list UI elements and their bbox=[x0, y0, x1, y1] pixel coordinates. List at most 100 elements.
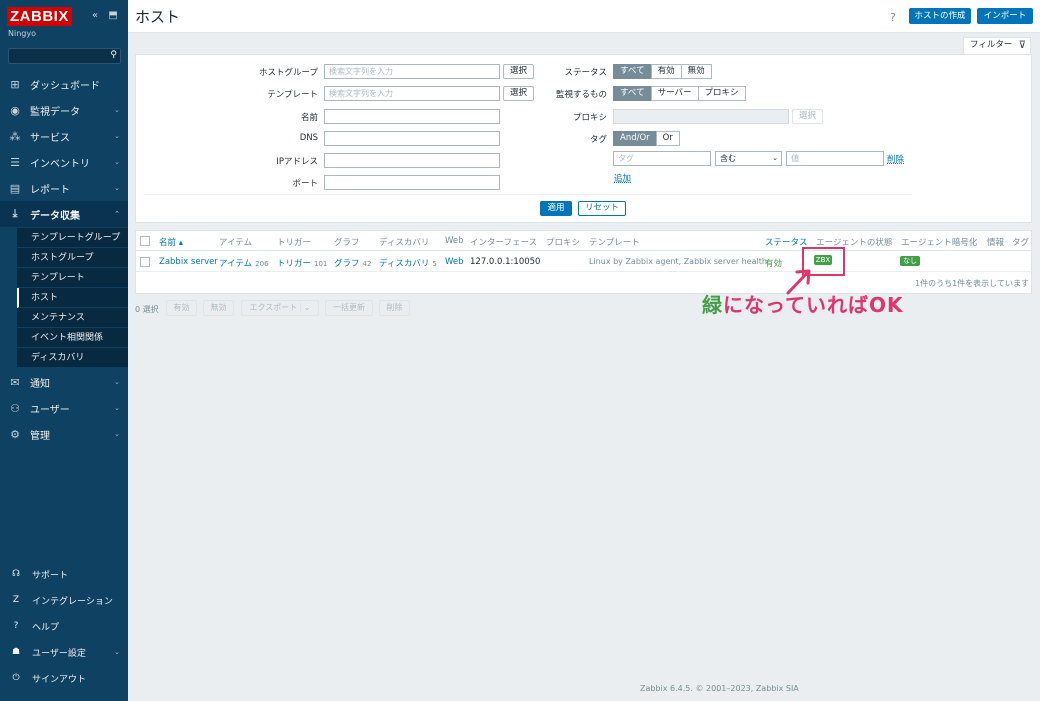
nav-reports[interactable]: ▤ レポート ⌄ bbox=[0, 175, 128, 201]
nav-integrations[interactable]: Z インテグレーション bbox=[0, 587, 128, 613]
dns-label: DNS bbox=[299, 133, 318, 143]
zabbix-logo[interactable]: ZABBIX bbox=[7, 7, 72, 26]
select-all-checkbox[interactable] bbox=[140, 236, 150, 246]
graphs-cell: グラフ 42 bbox=[334, 259, 372, 269]
monitored-by-segmented-control: すべて サーバー プロキシ bbox=[613, 86, 746, 101]
web-link[interactable]: Web bbox=[445, 257, 464, 267]
items-cell: アイテム 206 bbox=[219, 259, 269, 269]
host-name-link[interactable]: Zabbix server bbox=[159, 257, 218, 267]
import-button[interactable]: インポート bbox=[977, 8, 1033, 24]
encryption-badge: なし bbox=[900, 256, 920, 266]
nav-dashboard[interactable]: ⊞ ダッシュボード bbox=[0, 71, 128, 97]
mass-export-button: エクスポート ⌄ bbox=[241, 300, 319, 316]
status-enabled-option[interactable]: 有効 bbox=[650, 64, 682, 79]
nav-sign-out[interactable]: ⏻ サインアウト bbox=[0, 665, 128, 691]
nav-data-collection[interactable]: ⤓ データ収集 ⌃ bbox=[0, 201, 128, 227]
monitored-by-label: 監視するもの bbox=[555, 90, 607, 100]
discovery-link[interactable]: ディスカバリ bbox=[379, 259, 429, 269]
dns-input[interactable] bbox=[324, 131, 500, 146]
chevron-down-icon: ⌄ bbox=[114, 132, 120, 140]
chevron-down-icon: ⌄ bbox=[114, 184, 120, 192]
chevron-down-icon: ⌄ bbox=[299, 303, 311, 312]
ip-label: IPアドレス bbox=[276, 157, 318, 167]
tag-add-link[interactable]: 追加 bbox=[614, 172, 631, 184]
nav-users[interactable]: ⚇ ユーザー ⌄ bbox=[0, 395, 128, 421]
status-segmented-control: すべて 有効 無効 bbox=[613, 64, 712, 79]
services-icon: ⁂ bbox=[9, 129, 21, 143]
tag-operator-select[interactable]: 含む ⌄ bbox=[715, 151, 782, 166]
gear-icon: ⚙ bbox=[10, 427, 20, 441]
tags-evaltype-control: And/Or Or bbox=[613, 131, 680, 146]
nav-inventory[interactable]: ☰ インベントリ ⌄ bbox=[0, 149, 128, 175]
chevron-down-icon: ⌄ bbox=[114, 378, 120, 386]
submenu-host-groups[interactable]: ホストグループ bbox=[17, 248, 128, 268]
submenu-event-correlation[interactable]: イベント相関関係 bbox=[17, 328, 128, 348]
sidebar: ZABBIX « ⬒ Ningyo ⚲ ⊞ ダッシュボード ◉ 監視データ ⌄ ⁂ サー… bbox=[0, 0, 128, 701]
search-icon[interactable]: ⚲ bbox=[110, 50, 117, 60]
power-icon: ⏻ bbox=[12, 673, 20, 683]
row-checkbox[interactable] bbox=[140, 257, 150, 267]
proxy-select-button: 選択 bbox=[792, 109, 823, 124]
nav-alerts[interactable]: ✉ 通知 ⌄ bbox=[0, 369, 128, 395]
apply-button[interactable]: 適用 bbox=[540, 201, 572, 216]
templates-cell[interactable]: Linux by Zabbix agent, Zabbix server hea… bbox=[589, 257, 767, 266]
chevron-down-icon: ⌄ bbox=[114, 106, 120, 114]
dashboard-icon: ⊞ bbox=[10, 77, 20, 91]
help-icon[interactable]: ? bbox=[890, 11, 896, 24]
filter-panel: ホストグループ 検索文字列を入力 選択 テンプレート 検索文字列を入力 選択 名… bbox=[135, 54, 1032, 223]
chevron-down-icon: ⌄ bbox=[114, 648, 120, 656]
filter-icon: ⊽ bbox=[1018, 40, 1026, 51]
port-input[interactable] bbox=[324, 175, 500, 190]
monitored-by-all-option[interactable]: すべて bbox=[613, 86, 652, 101]
nav-monitoring[interactable]: ◉ 監視データ ⌄ bbox=[0, 97, 128, 123]
nav-administration[interactable]: ⚙ 管理 ⌄ bbox=[0, 421, 128, 447]
filter-tab[interactable]: フィルター ⊽ bbox=[963, 37, 1031, 54]
table-count: 1件のうち1件を表示しています bbox=[915, 279, 1029, 288]
nav-help[interactable]: ? ヘルプ bbox=[0, 613, 128, 639]
tag-remove-link[interactable]: 削除 bbox=[887, 153, 904, 165]
nav-user-settings[interactable]: ☗ ユーザー設定 ⌄ bbox=[0, 639, 128, 665]
sidebar-search-input[interactable]: ⚲ bbox=[8, 48, 121, 64]
template-label: テンプレート bbox=[267, 90, 318, 100]
mass-delete-button: 削除 bbox=[379, 300, 410, 316]
submenu-hosts[interactable]: ホスト bbox=[17, 288, 128, 308]
template-input[interactable]: 検索文字列を入力 bbox=[324, 86, 500, 101]
column-info: 情報 bbox=[987, 238, 1005, 248]
submenu-discovery[interactable]: ディスカバリ bbox=[17, 348, 128, 368]
create-host-button[interactable]: ホストの作成 bbox=[909, 8, 971, 24]
submenu-maintenance[interactable]: メンテナンス bbox=[17, 308, 128, 328]
tags-and-or-option[interactable]: And/Or bbox=[613, 131, 657, 146]
ip-input[interactable] bbox=[324, 153, 500, 168]
status-disabled-option[interactable]: 無効 bbox=[680, 64, 712, 79]
host-group-label: ホストグループ bbox=[259, 68, 318, 78]
triggers-link[interactable]: トリガー bbox=[277, 259, 311, 269]
monitored-by-proxy-option[interactable]: プロキシ bbox=[697, 86, 746, 101]
submenu-template-groups[interactable]: テンプレートグループ bbox=[17, 228, 128, 248]
tag-name-input[interactable]: タグ bbox=[613, 151, 711, 166]
host-group-input[interactable]: 検索文字列を入力 bbox=[324, 64, 500, 79]
server-name: Ningyo bbox=[8, 29, 36, 38]
status-all-option[interactable]: すべて bbox=[613, 64, 652, 79]
kiosk-mode-icon[interactable]: ⬒ bbox=[108, 10, 117, 21]
mail-icon: ✉ bbox=[10, 375, 20, 389]
graphs-link[interactable]: グラフ bbox=[334, 259, 360, 269]
tag-value-input[interactable]: 値 bbox=[786, 151, 884, 166]
annotation-text: 緑になっていればOK bbox=[702, 293, 904, 317]
triggers-cell: トリガー 101 bbox=[277, 259, 328, 269]
user-icon: ☗ bbox=[11, 647, 21, 657]
name-input[interactable] bbox=[324, 109, 500, 124]
items-link[interactable]: アイテム bbox=[219, 259, 252, 269]
nav-support[interactable]: ☊ サポート bbox=[0, 561, 128, 587]
monitored-by-server-option[interactable]: サーバー bbox=[650, 86, 699, 101]
help-icon: ? bbox=[13, 621, 19, 631]
host-group-select-button[interactable]: 選択 bbox=[503, 64, 534, 79]
nav-services[interactable]: ⁂ サービス ⌄ bbox=[0, 123, 128, 149]
submenu-templates[interactable]: テンプレート bbox=[17, 268, 128, 288]
collapse-sidebar-icon[interactable]: « bbox=[92, 10, 98, 21]
reset-button[interactable]: リセット bbox=[578, 201, 626, 216]
header-divider bbox=[136, 250, 1031, 251]
headset-icon: ☊ bbox=[12, 569, 20, 579]
column-name[interactable]: 名前 ▴ bbox=[159, 236, 183, 248]
tags-or-option[interactable]: Or bbox=[655, 131, 680, 146]
template-select-button[interactable]: 選択 bbox=[503, 86, 534, 101]
